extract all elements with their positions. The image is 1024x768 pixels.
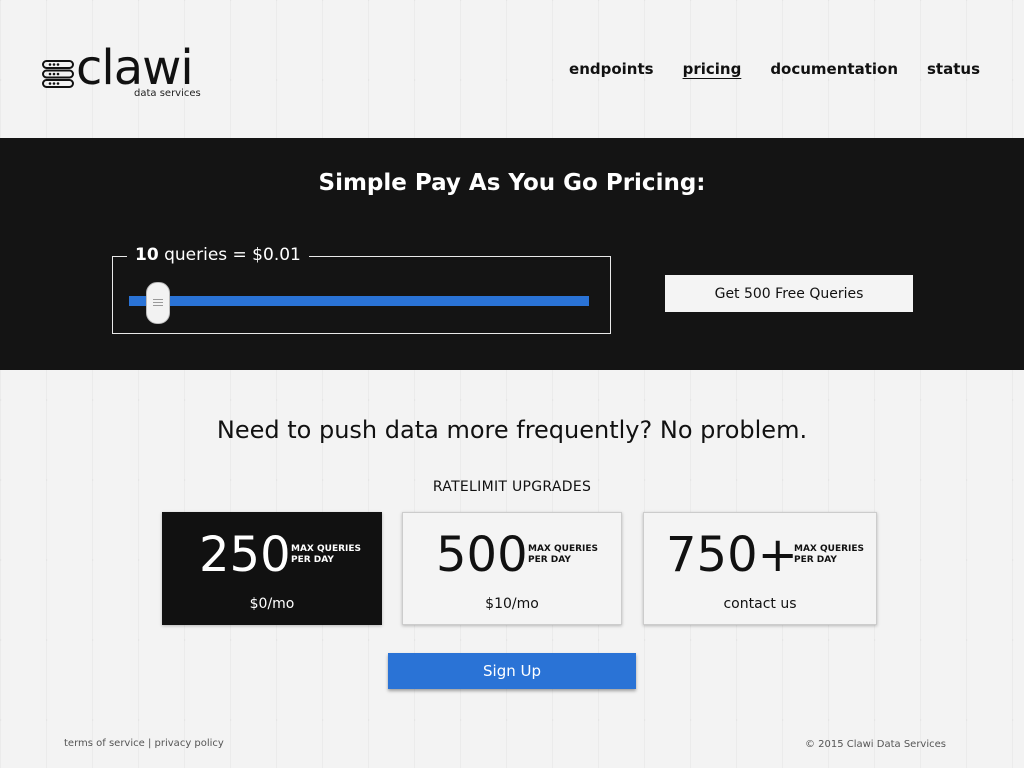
grip-line: [153, 305, 164, 306]
nav-endpoints[interactable]: endpoints: [569, 60, 654, 78]
query-slider-panel: 10 queries = $0.01: [112, 245, 611, 334]
plan-unit-line: MAX QUERIES: [528, 544, 599, 554]
footer-links: terms of service | privacy policy: [64, 738, 224, 749]
plan-price: $10/mo: [485, 596, 539, 612]
upgrades-headline: Need to push data more frequently? No pr…: [216, 416, 808, 444]
plan-unit-line: PER DAY: [528, 555, 571, 565]
plan-card-250[interactable]: 250 MAX QUERIES PER DAY $0/mo: [162, 512, 382, 625]
brand-logo[interactable]: clawi data services: [42, 40, 202, 104]
copyright-text: © 2015 Clawi Data Services: [804, 739, 946, 750]
footer-separator: |: [147, 738, 152, 749]
main-nav: endpoints pricing documentation status: [569, 60, 980, 78]
plan-unit-line: PER DAY: [291, 555, 334, 565]
plan-unit-line: PER DAY: [794, 555, 837, 565]
plan-price: contact us: [723, 596, 797, 612]
sign-up-button[interactable]: Sign Up: [388, 653, 636, 689]
plan-unit-line: MAX QUERIES: [291, 544, 362, 554]
plan-unit-line: MAX QUERIES: [794, 544, 865, 554]
privacy-policy-link[interactable]: privacy policy: [155, 738, 224, 749]
terms-of-service-link[interactable]: terms of service: [64, 738, 145, 749]
plan-card-500[interactable]: 500 MAX QUERIES PER DAY $10/mo: [402, 512, 622, 625]
server-stack-icon: [42, 60, 74, 88]
slider-track[interactable]: [129, 296, 589, 306]
brand-tagline: data services: [134, 88, 201, 99]
plan-unit: MAX QUERIES PER DAY: [291, 544, 361, 566]
hero-title: Simple Pay As You Go Pricing:: [318, 170, 706, 196]
plan-amount: 750+: [666, 527, 798, 583]
ratelimit-upgrades-label: RATELIMIT UPGRADES: [432, 479, 592, 495]
plan-card-750-plus[interactable]: 750+ MAX QUERIES PER DAY contact us: [643, 512, 877, 625]
grip-line: [153, 302, 164, 303]
plan-price: $0/mo: [249, 596, 295, 612]
slider-handle[interactable]: [146, 282, 171, 324]
brand-name: clawi: [76, 40, 194, 96]
slider-query-count: 10: [135, 245, 159, 265]
plan-unit: MAX QUERIES PER DAY: [528, 544, 598, 566]
grip-lines-icon: [153, 299, 164, 300]
nav-pricing[interactable]: pricing: [683, 60, 742, 78]
nav-documentation[interactable]: documentation: [770, 60, 898, 78]
plan-amount: 500: [436, 527, 528, 583]
plan-unit: MAX QUERIES PER DAY: [794, 544, 864, 566]
slider-price-text: queries = $0.01: [164, 245, 301, 265]
nav-status[interactable]: status: [927, 60, 980, 78]
plan-amount: 250: [199, 527, 291, 583]
pricing-hero: Simple Pay As You Go Pricing: 10 queries…: [0, 138, 1024, 370]
get-free-queries-button[interactable]: Get 500 Free Queries: [665, 275, 913, 312]
slider-readout: 10 queries = $0.01: [127, 245, 309, 265]
